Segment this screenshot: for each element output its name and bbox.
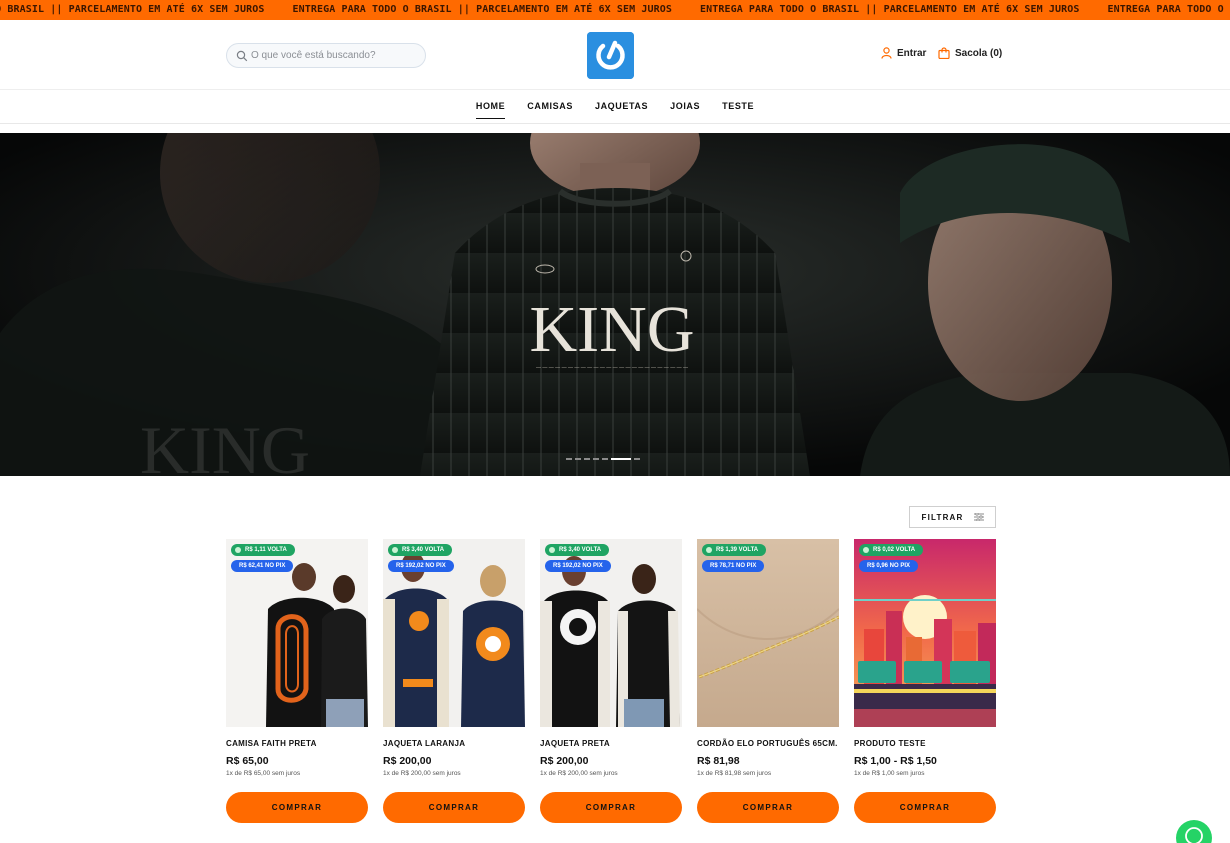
product-name[interactable]: CORDÃO ELO PORTUGUÊS 65CM. xyxy=(697,739,839,748)
buy-button[interactable]: COMPRAR xyxy=(854,792,996,823)
product-card[interactable]: R$ 1,39 VOLTA R$ 78,71 NO PIX CORDÃO ELO… xyxy=(697,539,839,823)
buy-button[interactable]: COMPRAR xyxy=(383,792,525,823)
product-image[interactable]: R$ 3,40 VOLTA R$ 192,02 NO PIX xyxy=(540,539,682,727)
nav-item-jaquetas[interactable]: JAQUETAS xyxy=(584,91,659,123)
cashback-badge: R$ 0,02 VOLTA xyxy=(859,544,924,556)
carousel-dot[interactable] xyxy=(593,458,599,460)
product-card[interactable]: R$ 3,40 VOLTA R$ 192,02 NO PIX JAQUETA P… xyxy=(540,539,682,823)
product-price: R$ 65,00 xyxy=(226,755,269,767)
login-label: Entrar xyxy=(897,47,927,59)
product-price: R$ 81,98 xyxy=(697,755,740,767)
product-grid: R$ 1,11 VOLTA R$ 62,41 NO PIX CAMISA FAI… xyxy=(226,539,996,839)
pix-badge: R$ 0,96 NO PIX xyxy=(859,560,919,572)
hero-image: KING KING — — — — — — — — — — — — — — — … xyxy=(0,133,1230,476)
filter-button[interactable]: FILTRAR xyxy=(909,506,996,528)
cart-link[interactable]: Sacola (0) xyxy=(938,47,1002,59)
product-price: R$ 1,00 - R$ 1,50 xyxy=(854,755,937,767)
product-price: R$ 200,00 xyxy=(540,755,589,767)
buy-button[interactable]: COMPRAR xyxy=(540,792,682,823)
power-icon xyxy=(587,32,634,79)
carousel-dots xyxy=(566,458,640,460)
product-installments: 1x de R$ 81,98 sem juros xyxy=(697,770,772,777)
announcement-text: ENTREGA PARA TODO O BRASIL || PARCELAMEN… xyxy=(699,4,1080,15)
nav-item-camisas[interactable]: CAMISAS xyxy=(516,91,584,123)
product-name[interactable]: JAQUETA PRETA xyxy=(540,739,682,748)
bag-icon xyxy=(938,47,950,59)
pix-badge: R$ 192,02 NO PIX xyxy=(545,560,611,572)
site-header: Entrar Sacola (0) xyxy=(0,20,1230,90)
hero-banner[interactable]: KING KING — — — — — — — — — — — — — — — … xyxy=(0,133,1230,476)
cashback-badge: R$ 1,11 VOLTA xyxy=(231,544,295,556)
whatsapp-icon xyxy=(1185,827,1203,843)
cashback-badge: R$ 3,40 VOLTA xyxy=(388,544,453,556)
user-icon xyxy=(881,47,892,59)
carousel-dot[interactable] xyxy=(634,458,640,460)
filter-icon xyxy=(973,513,984,521)
login-link[interactable]: Entrar xyxy=(881,47,926,59)
cashback-badge: R$ 3,40 VOLTA xyxy=(545,544,610,556)
buy-button[interactable]: COMPRAR xyxy=(697,792,839,823)
product-name[interactable]: CAMISA FAITH PRETA xyxy=(226,739,368,748)
carousel-dot[interactable] xyxy=(584,458,590,460)
product-image[interactable]: R$ 1,39 VOLTA R$ 78,71 NO PIX xyxy=(697,539,839,727)
announcement-track: ENTREGA PARA TODO O BRASIL || PARCELAMEN… xyxy=(0,0,1230,20)
store-logo[interactable] xyxy=(587,32,634,79)
carousel-dot[interactable] xyxy=(566,458,572,460)
search-box[interactable] xyxy=(226,43,426,68)
product-installments: 1x de R$ 65,00 sem juros xyxy=(226,770,301,777)
carousel-dot-active[interactable] xyxy=(611,458,631,460)
product-installments: 1x de R$ 200,00 sem juros xyxy=(540,770,618,777)
main-nav: HOME CAMISAS JAQUETAS JOIAS TESTE xyxy=(0,91,1230,124)
product-installments: 1x de R$ 1,00 sem juros xyxy=(854,770,925,777)
pix-badge: R$ 192,02 NO PIX xyxy=(388,560,454,572)
filter-label: FILTRAR xyxy=(921,512,964,522)
product-image[interactable]: R$ 3,40 VOLTA R$ 192,02 NO PIX xyxy=(383,539,525,727)
announcement-text: ENTREGA PARA TODO O BRASIL || PARCELAMEN… xyxy=(1107,4,1230,15)
pix-badge: R$ 62,41 NO PIX xyxy=(231,560,294,572)
nav-item-teste[interactable]: TESTE xyxy=(711,91,765,123)
announcement-text: ENTREGA PARA TODO O BRASIL || PARCELAMEN… xyxy=(0,4,265,15)
svg-text:KING: KING xyxy=(140,412,310,476)
search-icon[interactable] xyxy=(236,50,248,62)
whatsapp-button[interactable] xyxy=(1176,820,1212,843)
carousel-dot[interactable] xyxy=(602,458,608,460)
buy-button[interactable]: COMPRAR xyxy=(226,792,368,823)
product-name[interactable]: JAQUETA LARANJA xyxy=(383,739,525,748)
svg-text:— — — — — — — — — — — — — — —: — — — — — — — — — — — — — — — — — — — — … xyxy=(536,365,688,371)
product-image[interactable]: R$ 0,02 VOLTA R$ 0,96 NO PIX xyxy=(854,539,996,727)
nav-item-home[interactable]: HOME xyxy=(465,91,516,123)
product-card[interactable]: R$ 0,02 VOLTA R$ 0,96 NO PIX PRODUTO TES… xyxy=(854,539,996,823)
banner-headline: KING xyxy=(530,293,695,366)
product-name[interactable]: PRODUTO TESTE xyxy=(854,739,996,748)
product-card[interactable]: R$ 1,11 VOLTA R$ 62,41 NO PIX CAMISA FAI… xyxy=(226,539,368,823)
product-installments: 1x de R$ 200,00 sem juros xyxy=(383,770,461,777)
carousel-dot[interactable] xyxy=(575,458,581,460)
search-input[interactable] xyxy=(251,46,421,65)
pix-badge: R$ 78,71 NO PIX xyxy=(702,560,765,572)
nav-item-joias[interactable]: JOIAS xyxy=(659,91,711,123)
cashback-badge: R$ 1,39 VOLTA xyxy=(702,544,767,556)
announcement-text: ENTREGA PARA TODO O BRASIL || PARCELAMEN… xyxy=(292,4,672,15)
product-card[interactable]: R$ 3,40 VOLTA R$ 192,02 NO PIX JAQUETA L… xyxy=(383,539,525,823)
product-price: R$ 200,00 xyxy=(383,755,432,767)
announcement-bar: ENTREGA PARA TODO O BRASIL || PARCELAMEN… xyxy=(0,0,1230,20)
product-image[interactable]: R$ 1,11 VOLTA R$ 62,41 NO PIX xyxy=(226,539,368,727)
cart-label: Sacola (0) xyxy=(955,47,1003,59)
